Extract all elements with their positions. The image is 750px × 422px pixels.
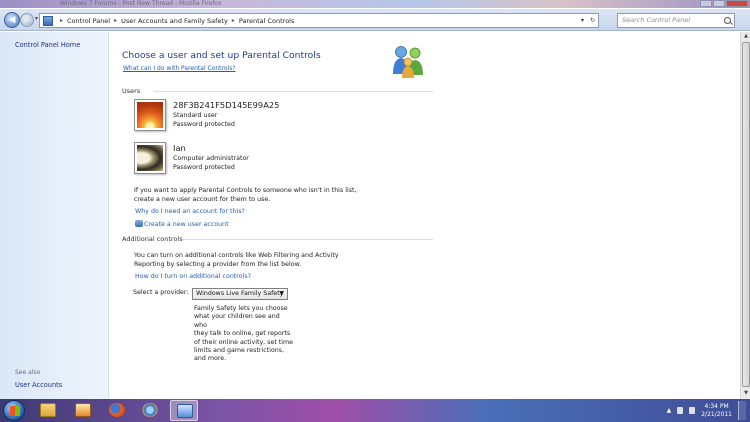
additional-controls-description: You can turn on additional controls like… xyxy=(134,252,339,269)
close-button[interactable] xyxy=(726,0,748,7)
user-account-icon xyxy=(135,220,143,227)
windows-logo-icon xyxy=(10,406,20,416)
additional-controls-label: Additional controls xyxy=(122,235,183,243)
main-content: Choose a user and set up Parental Contro… xyxy=(110,32,740,399)
user-accounts-link[interactable]: User Accounts xyxy=(15,381,62,389)
user-name: 28F3B241F5D145E99A25 xyxy=(173,100,280,110)
provider-select[interactable]: Windows Live Family Safety ▼ xyxy=(192,288,288,300)
family-safety-icon xyxy=(393,46,423,78)
breadcrumb-control-panel[interactable]: Control Panel xyxy=(67,17,110,25)
text-line: create a new user account for them to us… xyxy=(134,195,271,203)
text-line: of their online activity, set time xyxy=(194,338,294,346)
parental-controls-help-link[interactable]: What can I do with Parental Controls? xyxy=(123,65,236,72)
text-line: limits and game restrictions, xyxy=(194,347,285,355)
provider-description: Family Safety lets you choose what your … xyxy=(194,305,294,364)
taskbar-media-player-button[interactable] xyxy=(69,400,97,421)
text-line: If you want to apply Parental Controls t… xyxy=(134,187,357,194)
text-line: Reporting by selecting a provider from t… xyxy=(134,260,302,268)
firefox-icon xyxy=(109,403,125,417)
clock-date: 2/21/2011 xyxy=(701,410,732,418)
create-user-account-label: Create a new user account xyxy=(144,221,229,228)
scroll-up-arrow-icon[interactable]: ▲ xyxy=(742,33,750,41)
additional-controls-help-link[interactable]: How do I turn on additional controls? xyxy=(135,273,251,280)
users-section-label: Users xyxy=(122,87,141,95)
page-title: Choose a user and set up Parental Contro… xyxy=(122,50,321,61)
media-player-icon xyxy=(75,403,91,417)
start-button[interactable] xyxy=(3,400,25,421)
provider-selected-value: Windows Live Family Safety xyxy=(196,290,284,297)
window-title: Windows 7 Forums - Post New Thread - Moz… xyxy=(60,0,222,7)
system-tray: ▲ 4:34 PM 2/21/2011 xyxy=(667,401,746,420)
recent-pages-dropdown[interactable]: ▾ xyxy=(35,15,38,22)
taskbar: ▲ 4:34 PM 2/21/2011 xyxy=(0,399,750,422)
window-title-bar: Windows 7 Forums - Post New Thread - Moz… xyxy=(0,0,750,8)
search-icon[interactable] xyxy=(724,17,731,24)
user-account-tile[interactable]: 28F3B241F5D145E99A25 Standard user Passw… xyxy=(134,99,394,135)
vertical-scrollbar[interactable]: ▲ ▼ xyxy=(740,32,750,399)
clock[interactable]: 4:34 PM 2/21/2011 xyxy=(701,403,732,419)
section-divider xyxy=(182,239,433,240)
chevron-down-icon[interactable]: ▾ xyxy=(581,17,584,24)
arrow-left-icon: ◀ xyxy=(8,15,16,25)
create-user-account-link[interactable]: Create a new user account xyxy=(135,220,229,228)
chevron-right-icon[interactable]: ▸ xyxy=(56,17,67,24)
user-password-status: Password protected xyxy=(173,121,235,128)
address-bar[interactable]: ▸ Control Panel ▸ User Accounts and Fami… xyxy=(39,13,599,28)
text-line: they talk to online, get reports xyxy=(194,330,291,338)
taskbar-ie-button[interactable] xyxy=(136,400,164,421)
show-hidden-icons-icon[interactable]: ▲ xyxy=(667,407,672,414)
breadcrumb-user-accounts[interactable]: User Accounts and Family Safety xyxy=(121,17,228,25)
refresh-icon[interactable]: ↻ xyxy=(590,17,595,24)
text-line: what your children see and who xyxy=(194,313,280,329)
clock-time: 4:34 PM xyxy=(704,402,729,410)
ie-icon xyxy=(142,403,158,417)
arrow-right-icon: ▶ xyxy=(23,15,31,24)
address-bar-actions: ▾ ↻ xyxy=(581,14,595,27)
user-name: Ian xyxy=(173,143,186,153)
window-controls xyxy=(700,0,748,8)
text-line: and more. xyxy=(194,355,227,363)
control-panel-icon xyxy=(43,15,53,26)
user-account-tile[interactable]: Ian Computer administrator Password prot… xyxy=(134,142,394,178)
user-password-status: Password protected xyxy=(173,164,235,171)
chevron-right-icon[interactable]: ▸ xyxy=(228,17,239,24)
chevron-down-icon: ▼ xyxy=(279,290,284,297)
taskbar-control-panel-button[interactable] xyxy=(170,400,198,421)
back-button[interactable]: ◀ xyxy=(4,12,20,28)
see-also-label: See also xyxy=(15,369,41,376)
taskbar-firefox-button[interactable] xyxy=(103,400,131,421)
why-account-link[interactable]: Why do I need an account for this? xyxy=(135,208,245,215)
maximize-button[interactable] xyxy=(713,0,725,7)
search-input[interactable]: Search Control Panel xyxy=(617,13,735,28)
provider-label: Select a provider: xyxy=(133,289,189,296)
control-panel-icon xyxy=(177,404,193,418)
scroll-down-arrow-icon[interactable]: ▼ xyxy=(742,390,750,398)
control-panel-home-link[interactable]: Control Panel Home xyxy=(15,41,80,49)
user-picture-flower xyxy=(134,99,166,131)
navigation-bar: ◀ ▶ ▾ ▸ Control Panel ▸ User Accounts an… xyxy=(0,9,750,31)
forward-button[interactable]: ▶ xyxy=(20,13,34,27)
breadcrumb-parental-controls[interactable]: Parental Controls xyxy=(239,17,295,25)
search-placeholder: Search Control Panel xyxy=(622,16,691,24)
user-picture-abstract xyxy=(134,142,166,174)
taskbar-explorer-button[interactable] xyxy=(34,400,62,421)
show-desktop-button[interactable] xyxy=(738,401,746,420)
explorer-icon xyxy=(40,403,56,417)
section-divider xyxy=(154,91,433,92)
network-icon[interactable] xyxy=(677,407,684,414)
no-account-description: If you want to apply Parental Controls t… xyxy=(134,187,356,204)
text-line: Family Safety lets you choose xyxy=(194,305,288,312)
volume-icon[interactable] xyxy=(689,407,696,414)
left-navigation-pane: Control Panel Home See also User Account… xyxy=(0,32,109,399)
text-line: You can turn on additional controls like… xyxy=(134,252,339,259)
user-role: Computer administrator xyxy=(173,155,249,162)
user-role: Standard user xyxy=(173,112,218,119)
scrollbar-thumb[interactable] xyxy=(742,42,750,387)
minimize-button[interactable] xyxy=(700,0,712,7)
chevron-right-icon[interactable]: ▸ xyxy=(110,17,121,24)
